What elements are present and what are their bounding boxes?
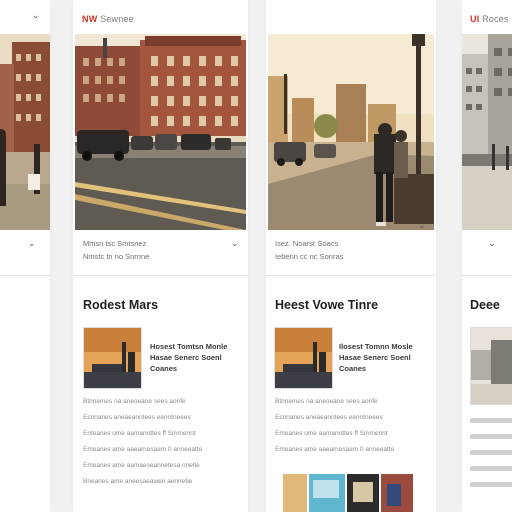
body-text-line: Emeanes ame aaeamesaam 0 anneeatte [83,446,203,453]
body-text-line: Enteanes ome aamannttes ff Smmennt [83,430,196,437]
section-heading[interactable]: Heest Vowe Tinre [275,298,378,312]
body-text-line [470,482,512,487]
chevron-down-icon[interactable]: ⌄ [488,238,496,249]
tag-label: NW [82,14,98,24]
body-text-line: Btnnemes na aneoeane sees aonfe [83,398,186,405]
tag-sublabel: Roces [482,14,509,24]
body-text-line [470,434,512,439]
street-photo[interactable] [75,34,246,230]
thumb-title-line: Ilosest Tomnn Mosle [339,342,413,351]
thumbnail-caption: Hosest Tomtsn Monle Hasae Senerc Soenl C… [150,341,227,374]
caption-line: Mmsn tsc Smtsnez [83,239,147,248]
tag-sublabel: Sewnee [100,14,134,24]
thumbnail-image[interactable] [470,327,512,405]
caption-line: Nmstc tn no Snrnne [83,252,150,261]
thumb-title-line: Hosest Tomtsn Monle [150,342,228,351]
tag-label: UI [470,14,480,24]
article-card-2[interactable]: Isez. Noarsr Soacs Iebenn cc nc Sonras ⌄… [266,0,436,512]
body-text-line [470,450,512,455]
article-card-1[interactable]: NW Sewnee Mmsn tsc Smtsnez Nmstc tn no S… [73,0,248,512]
thumb-title-line: Coanes [339,364,367,373]
divider [73,275,248,276]
card-partial-right: UI Roces ⌄ Deee [462,0,512,512]
body-text-line: Esnnanes aneaeanntees eenntneees [83,414,191,421]
chevron-down-icon[interactable]: ⌄ [231,238,239,249]
body-text-line: Emeanes ame aamaeseannetesa nnetie [83,462,200,469]
divider [266,275,436,276]
image-gallery-strip[interactable] [283,474,413,512]
chevron-down-icon[interactable]: ⌄ [32,10,40,21]
thumbnail-image[interactable] [274,327,333,389]
chevron-down-icon[interactable]: ⌄ [28,238,36,249]
caption-line: Isez. Noarsr Soacs [275,239,339,248]
divider [462,275,512,276]
chevron-down-icon[interactable]: ⌄ [418,220,426,231]
thumbnail-image[interactable] [83,327,142,389]
card-tag[interactable]: UI Roces [470,14,509,24]
card-partial-left: ⌄ ⌄ [0,0,50,512]
body-text-line: Bneanes ame aneesaeawen aennetie [83,478,193,485]
body-text-line [470,418,512,423]
thumbnail-caption: Ilosest Tomnn Mosle Hasae Senerc Soenl C… [339,341,413,374]
section-heading[interactable]: Rodest Mars [83,298,158,312]
body-text-line [470,466,512,471]
card-tag[interactable]: NW Sewnee [82,14,134,24]
caption-line: Iebenn cc nc Sonras [275,252,344,261]
thumb-title-line: Coanes [150,364,178,373]
street-photo-right [462,34,512,230]
body-text-line: Btnnemes na aneoeane sees aonfe [275,398,378,405]
body-text-line: Emeanes ame aaeamesaam 0 anneeatte [275,446,395,453]
thumb-title-line: Hasae Senerc Soenl [339,353,411,362]
street-photo-left [0,34,50,230]
body-text-line: Esnnanes aneaeanntees eenntneees [275,414,383,421]
street-photo[interactable] [268,34,434,230]
photo-caption: Mmsn tsc Smtsnez Nmstc tn no Snrnne [83,237,149,263]
divider [0,275,50,276]
section-heading[interactable]: Deee [470,298,500,312]
photo-caption: Isez. Noarsr Soacs Iebenn cc nc Sonras [275,237,343,263]
body-text-line: Emeanes ome aamannttes ff Smmennt [275,430,388,437]
thumb-title-line: Hasae Senerc Soenl [150,353,222,362]
